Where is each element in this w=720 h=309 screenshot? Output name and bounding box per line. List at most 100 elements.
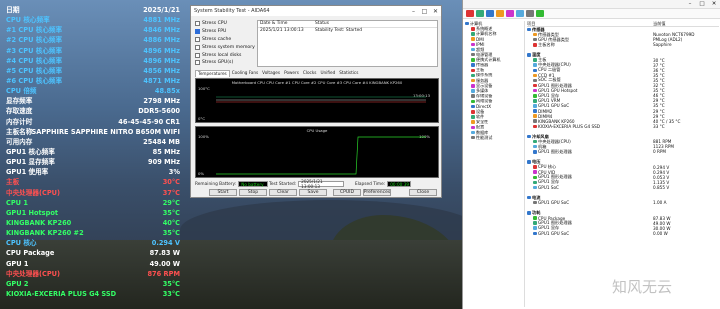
osd-value: 4871 MHz [143, 76, 180, 85]
osd-row: GPU1 核心频率 85 MHz [0, 147, 186, 157]
sensor-icon [533, 94, 537, 98]
refresh-icon[interactable] [476, 10, 484, 17]
tab-voltages[interactable]: Voltages [260, 70, 282, 77]
col-item[interactable]: 项目 [527, 21, 653, 26]
osd-row: KINGBANK KP260 #2 35°C [0, 228, 186, 238]
stress-option-label: Stress local disks [202, 52, 242, 58]
stress-option[interactable]: Stress FPU [195, 28, 255, 36]
user-icon[interactable] [486, 10, 494, 17]
clear-button[interactable]: Clear [269, 189, 297, 196]
report-icon[interactable] [466, 10, 474, 17]
stress-option[interactable]: Stress system memory [195, 43, 255, 51]
save-button[interactable]: Save [299, 189, 327, 196]
checkbox[interactable] [195, 36, 200, 42]
tree-item-icon [471, 125, 475, 130]
checkbox[interactable] [195, 44, 200, 50]
toolbar [463, 9, 720, 19]
stress-option[interactable]: Stress cache [195, 36, 255, 44]
osd-row: 中央处理器(CPU) 37°C [0, 188, 186, 198]
stress-option[interactable]: Stress local disks [195, 51, 255, 59]
osd-label: #6 CPU 核心频率 [6, 76, 63, 85]
osd-value: 876 RPM [147, 269, 180, 278]
col-value[interactable]: 当前值 [653, 21, 666, 26]
chart-icon[interactable] [496, 10, 504, 17]
elapsed-time: Elapsed Time: 00:00:39 [355, 181, 412, 187]
close-icon[interactable]: ✕ [430, 8, 441, 15]
sensor-window: – □ ✕ 计算机 系统概述 计算机名称 DMI IPMI 超频 电源管理 便携式计算机 传感器… [462, 0, 720, 309]
osd-label: 内存计时 [6, 117, 33, 126]
row-name: GPU1 图形处理器 [538, 148, 572, 154]
osd-row: 中央处理器(CPU) 876 RPM [0, 269, 186, 279]
tree-item-icon [471, 94, 475, 98]
minimize-button[interactable]: – [684, 1, 696, 7]
tree-item-icon [465, 21, 469, 26]
log-status: Stability Test: Started [315, 28, 363, 33]
checkbox[interactable] [195, 60, 200, 66]
stop-button[interactable]: Stop [239, 189, 267, 196]
preferences-button[interactable]: Preferences [363, 189, 391, 196]
stress-option[interactable]: Stress GPU(s) [195, 59, 255, 67]
table-row[interactable]: GPU1 GPU SoC 0.00 W [527, 231, 719, 236]
tab-clocks[interactable]: Clocks [301, 70, 319, 77]
minimize-button[interactable]: – [408, 8, 419, 15]
osd-row: GPU 1 49.00 W [0, 259, 186, 269]
row-value: 0.855 V [653, 184, 670, 190]
settings-icon[interactable] [526, 10, 534, 17]
osd-label: 存取速度 [6, 107, 33, 116]
sensor-icon [533, 165, 537, 169]
table-row[interactable]: GPU1 GPU SoC 1.00 A [527, 200, 719, 205]
row-value: Sapphire [653, 42, 672, 48]
osd-value: 29°C [162, 198, 180, 207]
maximize-button[interactable]: □ [419, 8, 430, 15]
tab-cooling-fans[interactable]: Cooling Fans [230, 70, 260, 77]
osd-value: 4881 MHz [143, 16, 180, 25]
tree-item[interactable]: 性能测试 [465, 135, 524, 140]
tab-statistics[interactable]: Statistics [337, 70, 360, 77]
checkbox[interactable] [195, 21, 200, 27]
table-row[interactable]: GPU1 图形处理器 0 RPM [527, 149, 719, 154]
tools-icon[interactable] [506, 10, 514, 17]
osd-row: #1 CPU 核心频率 4846 MHz [0, 25, 186, 35]
start-button[interactable]: Start [209, 189, 237, 196]
tab-temperatures[interactable]: Temperatures [195, 70, 230, 77]
close-button[interactable]: Close [409, 189, 437, 196]
osd-value: 2798 MHz [143, 97, 180, 106]
checkbox[interactable] [195, 29, 200, 35]
log-time: 2025/1/21 13:00:13 [260, 28, 304, 33]
started-value: 2025/1/21 13:00:13 [298, 179, 345, 189]
table-row[interactable]: KIOXIA-EXCERIA PLUS G4 SSD 33 °C [527, 124, 719, 129]
list-rows: 传感器 传感器类型 Nuvoton NCT6799D GPU 传感器类型 PMLog (… [527, 27, 719, 236]
row-name-cell: GPU1 图形处理器 [527, 149, 653, 155]
osd-row: CPU 1 29°C [0, 198, 186, 208]
elapsed-value: 00:00:39 [387, 181, 412, 187]
osd-label: 可用内存 [6, 137, 33, 146]
checkbox[interactable] [195, 52, 200, 58]
stress-option-label: Stress cache [202, 36, 232, 42]
osd-value: 48.85x [154, 87, 180, 96]
cpuid-button[interactable]: CPUID [333, 189, 361, 196]
row-name-cell: GPU1 SoC [527, 185, 653, 190]
table-row[interactable]: 主板名称 Sapphire [527, 42, 719, 47]
close-icon[interactable]: ✕ [708, 1, 720, 7]
remaining-label: Remaining Battery: [195, 181, 237, 187]
stress-option[interactable]: Stress CPU [195, 20, 255, 28]
temperature-graph: Motherboard CPU CPU Core #1 CPU Core #2 … [195, 78, 439, 123]
row-name-cell: KIOXIA-EXCERIA PLUS G4 SSD [527, 124, 653, 129]
sensor-icon [533, 114, 537, 118]
table-row[interactable]: GPU1 SoC 0.855 V [527, 185, 719, 190]
tab-powers[interactable]: Powers [282, 70, 301, 77]
tab-unified[interactable]: Unified [318, 70, 337, 77]
tree-item-icon [471, 73, 475, 78]
maximize-button[interactable]: □ [696, 1, 708, 7]
osd-row: #4 CPU 核心频率 4896 MHz [0, 56, 186, 66]
tree-item-icon [471, 110, 475, 114]
osd-row: CPU 倍频 48.85x [0, 86, 186, 96]
osd-label: 日期 [6, 6, 20, 14]
osd-value: DDR5-5600 [138, 107, 180, 116]
monitor-icon[interactable] [516, 10, 524, 17]
stress-option-label: Stress GPU(s) [202, 60, 234, 66]
temp-graph-lines [216, 96, 426, 103]
osd-value: 4886 MHz [143, 36, 180, 45]
osd-row: KINGBANK KP260 40°C [0, 218, 186, 228]
download-icon[interactable] [536, 10, 544, 17]
